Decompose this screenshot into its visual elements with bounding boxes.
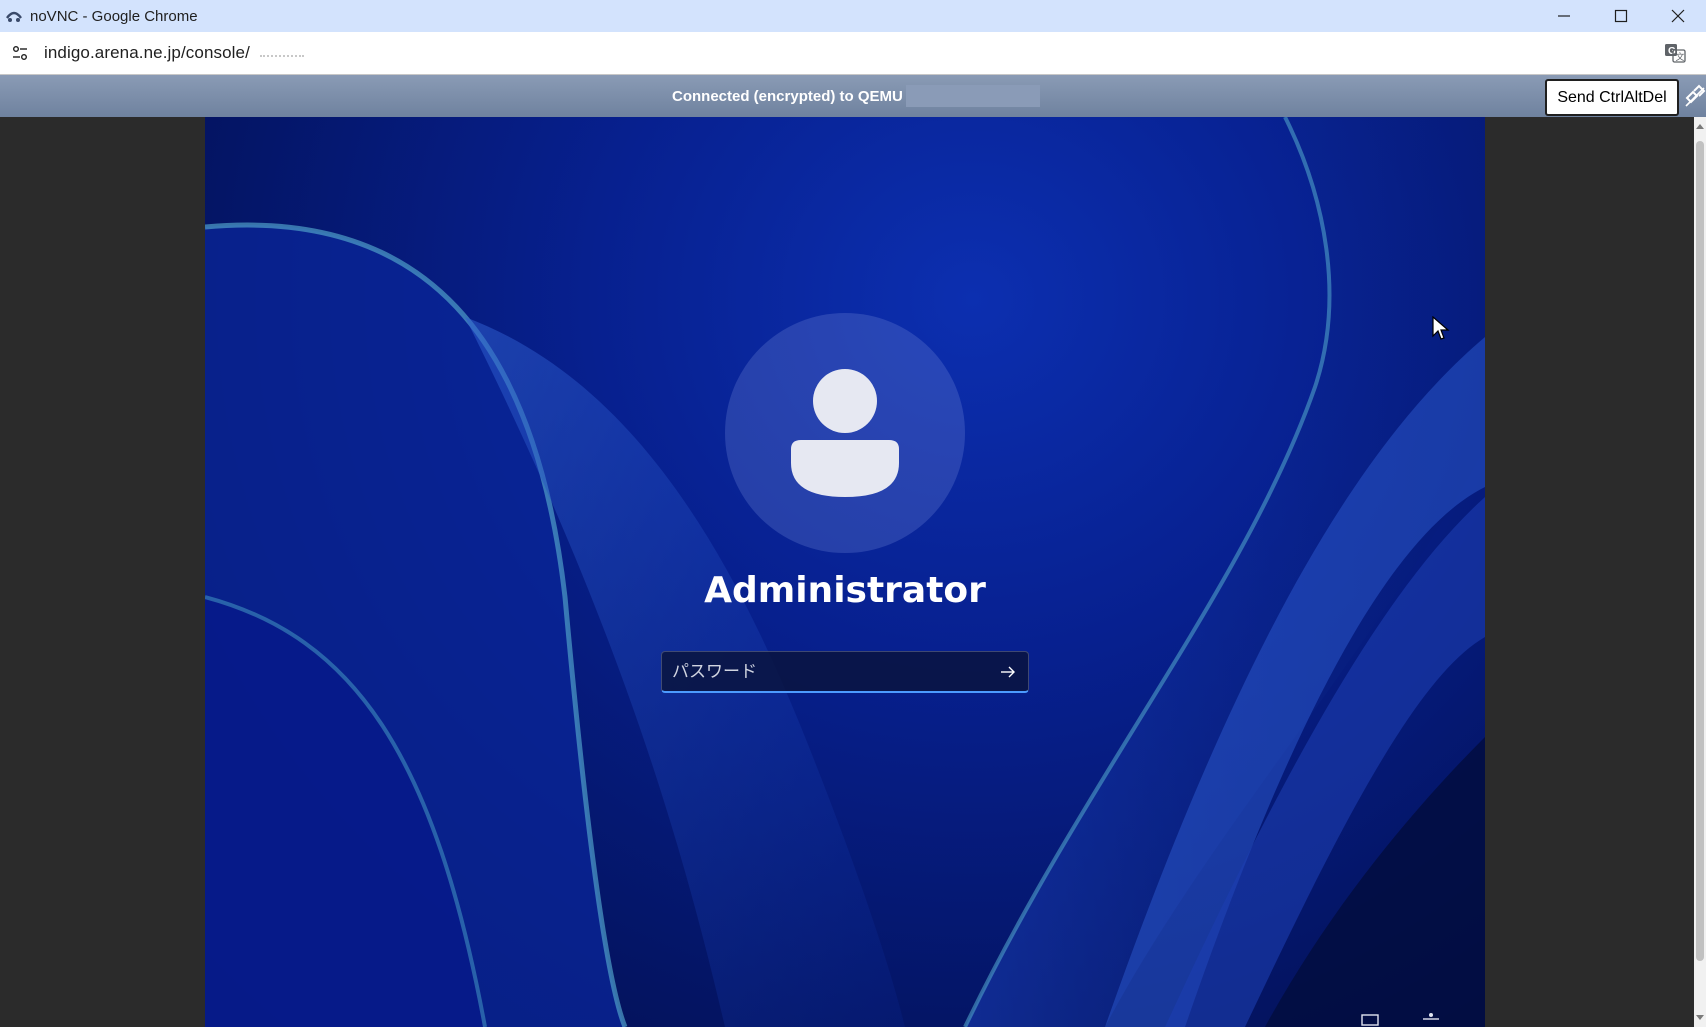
- svg-text:文: 文: [1676, 51, 1685, 63]
- url-text[interactable]: indigo.arena.ne.jp/console/: [44, 43, 250, 63]
- password-field: [661, 651, 1029, 693]
- arrow-right-icon: [1001, 666, 1015, 677]
- status-redacted-part: [906, 85, 1040, 107]
- scroll-up-icon[interactable]: [1694, 119, 1706, 133]
- maximize-icon: [1614, 9, 1627, 23]
- scroll-down-icon[interactable]: [1694, 1011, 1706, 1025]
- window-controls: [1535, 0, 1706, 32]
- scrollbar-thumb[interactable]: [1696, 141, 1704, 961]
- tune-icon[interactable]: [6, 39, 34, 67]
- window-title: noVNC - Google Chrome: [30, 7, 198, 25]
- address-bar: indigo.arena.ne.jp/console/ G 文: [0, 32, 1706, 75]
- minimize-button[interactable]: [1535, 0, 1592, 32]
- user-name: Administrator: [704, 570, 986, 611]
- mouse-cursor-icon: [1432, 316, 1450, 340]
- user-avatar: [725, 313, 965, 553]
- user-icon: [791, 369, 899, 497]
- novnc-status-bar: Connected (encrypted) to QEMU: [0, 75, 1706, 117]
- close-icon: [1671, 9, 1684, 23]
- close-button[interactable]: [1649, 0, 1706, 32]
- novnc-icon: [4, 6, 24, 26]
- send-ctrl-alt-del-button[interactable]: Send CtrlAltDel: [1545, 79, 1679, 116]
- window-titlebar: noVNC - Google Chrome: [0, 0, 1706, 32]
- submit-button[interactable]: [988, 652, 1028, 692]
- password-input[interactable]: [662, 652, 988, 691]
- network-icon[interactable]: [1360, 1011, 1382, 1027]
- vertical-scrollbar[interactable]: [1694, 117, 1706, 1027]
- remote-desktop-screen[interactable]: Administrator: [205, 117, 1485, 1027]
- accessibility-icon[interactable]: [1420, 1011, 1442, 1027]
- disconnect-icon[interactable]: [1684, 84, 1706, 108]
- minimize-icon: [1557, 15, 1570, 17]
- url-redacted-part: [259, 55, 304, 57]
- connection-status: Connected (encrypted) to QEMU: [672, 88, 903, 105]
- maximize-button[interactable]: [1592, 0, 1649, 32]
- translate-icon[interactable]: G 文: [1662, 40, 1688, 66]
